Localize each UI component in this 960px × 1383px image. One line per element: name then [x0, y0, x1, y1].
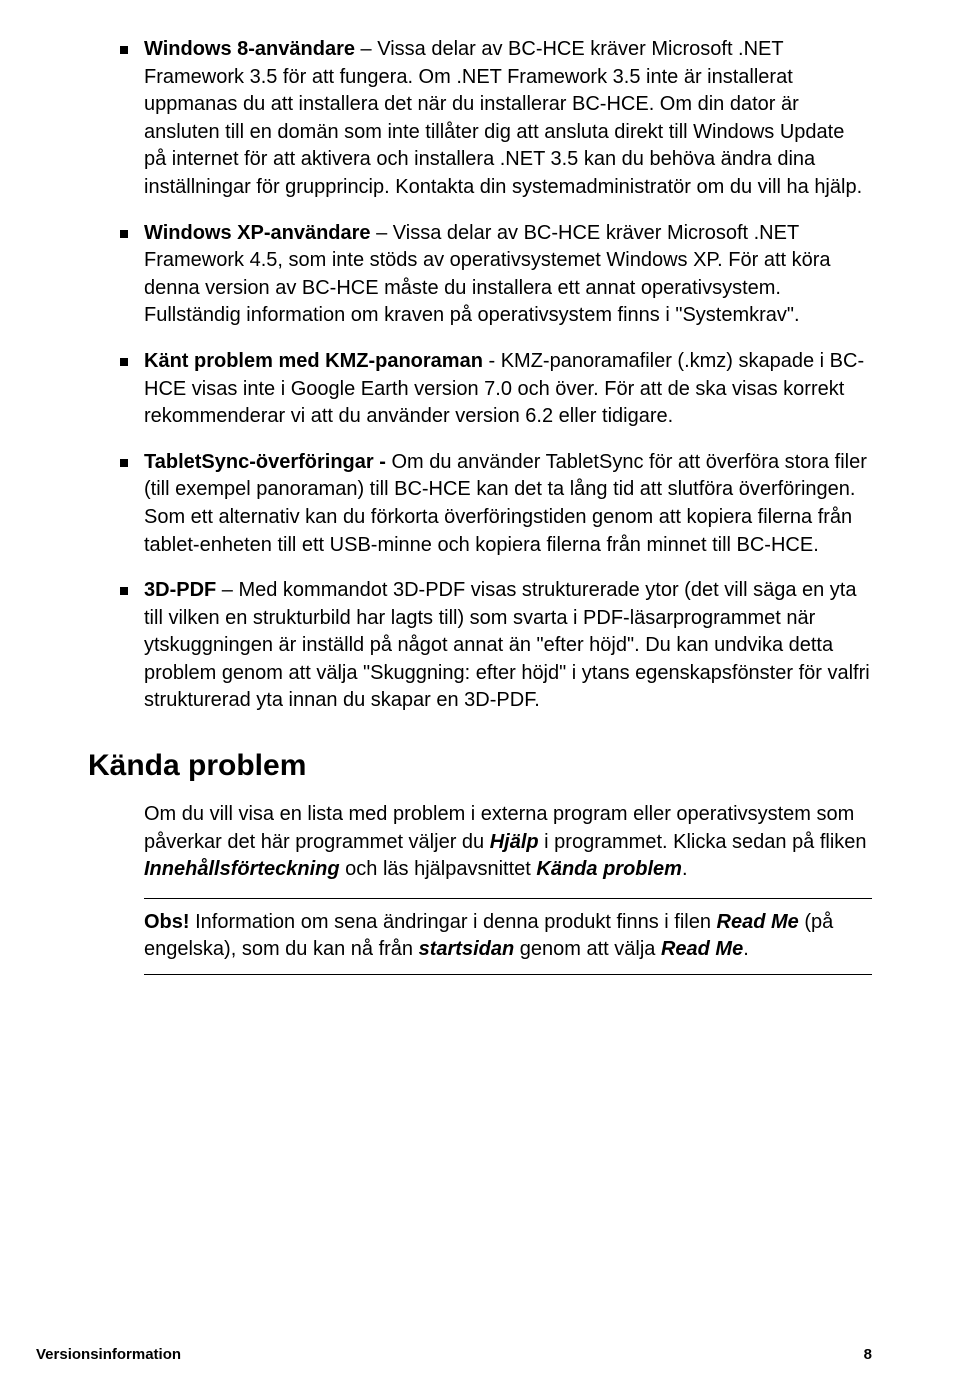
list-item: Windows 8-användare – Vissa delar av BC-…	[118, 36, 872, 202]
footer-page-number: 8	[864, 1346, 872, 1363]
note-box: Obs! Information om sena ändringar i den…	[144, 898, 872, 975]
list-item-text: – Med kommandot 3D-PDF visas strukturera…	[144, 579, 870, 711]
text-run: i programmet. Klicka sedan på fliken	[539, 831, 867, 853]
bullet-list: Windows 8-användare – Vissa delar av BC-…	[88, 36, 872, 715]
document-page: Windows 8-användare – Vissa delar av BC-…	[0, 0, 960, 1383]
list-item-bold: Windows XP-användare	[144, 222, 371, 244]
list-item: TabletSync-överföringar - Om du använder…	[118, 449, 872, 559]
page-footer: Versionsinformation 8	[0, 1346, 960, 1363]
list-item-bold: Windows 8-användare	[144, 38, 355, 60]
text-innehallsforteckning: Innehållsförteckning	[144, 858, 345, 880]
text-run: .	[743, 938, 749, 960]
text-readme: Read Me	[661, 938, 743, 960]
list-item: Känt problem med KMZ-panoraman - KMZ-pan…	[118, 348, 872, 431]
list-item-bold: Känt problem med KMZ-panoraman	[144, 350, 483, 372]
paragraph: Om du vill visa en lista med problem i e…	[144, 801, 872, 884]
footer-title: Versionsinformation	[36, 1346, 181, 1363]
list-item-bold: TabletSync-överföringar -	[144, 451, 391, 473]
text-run: Information om sena ändringar i denna pr…	[190, 911, 717, 933]
note-label: Obs!	[144, 911, 190, 933]
section-heading-kanda-problem: Kända problem	[88, 749, 872, 783]
list-item-text: – Vissa delar av BC-HCE kräver Microsoft…	[144, 38, 862, 198]
text-run: och läs hjälpavsnittet	[345, 858, 536, 880]
list-item-bold: 3D-PDF	[144, 579, 216, 601]
text-kanda-problem: Kända problem	[536, 858, 682, 880]
list-item: 3D-PDF – Med kommandot 3D-PDF visas stru…	[118, 577, 872, 715]
text-run: .	[682, 858, 688, 880]
text-readme: Read Me	[717, 911, 799, 933]
text-run: genom att välja	[514, 938, 661, 960]
list-item: Windows XP-användare – Vissa delar av BC…	[118, 220, 872, 330]
text-hjalp: Hjälp	[490, 831, 539, 853]
text-startsidan: startsidan	[419, 938, 515, 960]
